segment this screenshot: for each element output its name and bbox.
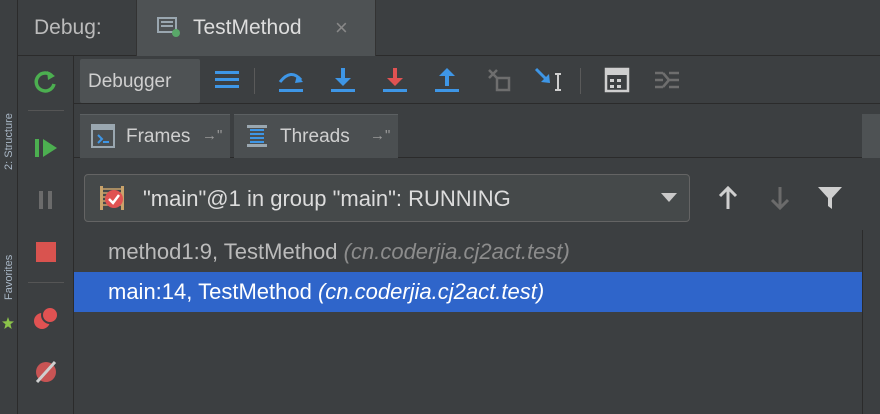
trace-current-stream-icon[interactable] [650,64,684,96]
frames-tab-label: Frames [126,126,191,147]
run-tab-label: TestMethod [193,16,302,39]
frames-pin-icon[interactable]: →" [202,127,222,144]
tab-threads[interactable]: Threads →" [234,114,398,158]
evaluate-expression-icon[interactable] [600,64,634,96]
threads-pin-icon[interactable]: →" [370,127,390,144]
thread-selector-value: "main"@1 in group "main": RUNNING [143,186,511,211]
pause-icon[interactable] [30,184,62,216]
run-config-tab[interactable]: TestMethod × [136,0,376,56]
debug-side-toolbar [18,56,74,414]
run-to-cursor-icon[interactable] [532,64,566,96]
debugger-tab[interactable]: Debugger [80,59,200,103]
frames-list: method1:9, TestMethod (cn.coderjia.cj2ac… [74,230,862,414]
debugger-toolbar: Debugger [74,56,880,104]
mute-breakpoints-icon[interactable] [30,356,62,388]
rerun-icon[interactable] [30,66,62,98]
step-out-icon[interactable] [430,64,464,96]
structure-tool-label: 2: Structure [3,113,15,170]
drop-frame-icon[interactable] [482,64,516,96]
favorites-tool-label: Favorites [3,254,15,300]
previous-frame-icon[interactable] [710,180,746,216]
threads-icon [244,123,270,149]
close-tab-icon[interactable]: × [335,15,348,41]
frames-threads-tabbar: Frames →" Threads →" [74,104,880,158]
resume-icon[interactable] [30,132,62,164]
list-item-selected[interactable]: main:14, TestMethod (cn.coderjia.cj2act.… [74,272,862,312]
variables-panel-edge [862,114,880,158]
step-into-icon[interactable] [326,64,360,96]
filter-icon[interactable] [812,180,848,216]
view-breakpoints-icon[interactable] [30,302,62,334]
thread-running-icon [97,183,127,213]
stop-icon[interactable] [30,236,62,268]
debug-label: Debug: [34,16,102,39]
threads-tab-label: Threads [280,126,350,147]
debugger-tab-label: Debugger [88,71,172,92]
next-frame-icon[interactable] [762,180,798,216]
thread-selector-row: "main"@1 in group "main": RUNNING [74,158,880,230]
variables-panel-border [862,230,880,414]
frame-location: main:14, TestMethod [108,279,312,304]
layout-settings-icon[interactable] [210,64,244,96]
force-step-into-icon[interactable] [378,64,412,96]
debug-title-bar: Debug: TestMethod × [18,0,880,56]
dropdown-arrow-icon [661,193,677,202]
test-run-icon [157,16,181,38]
list-item[interactable]: method1:9, TestMethod (cn.coderjia.cj2ac… [74,232,862,272]
tool-window-strip: 2: Structure Favorites [0,0,18,414]
frame-package: (cn.coderjia.cj2act.test) [317,279,545,304]
frame-package: (cn.coderjia.cj2act.test) [343,239,570,264]
frame-location: method1:9, TestMethod [108,239,338,264]
tab-frames[interactable]: Frames →" [80,114,230,158]
frames-icon [90,123,116,149]
thread-selector-dropdown[interactable]: "main"@1 in group "main": RUNNING [84,174,690,222]
favorites-star-icon [2,316,14,329]
step-over-icon[interactable] [274,64,308,96]
